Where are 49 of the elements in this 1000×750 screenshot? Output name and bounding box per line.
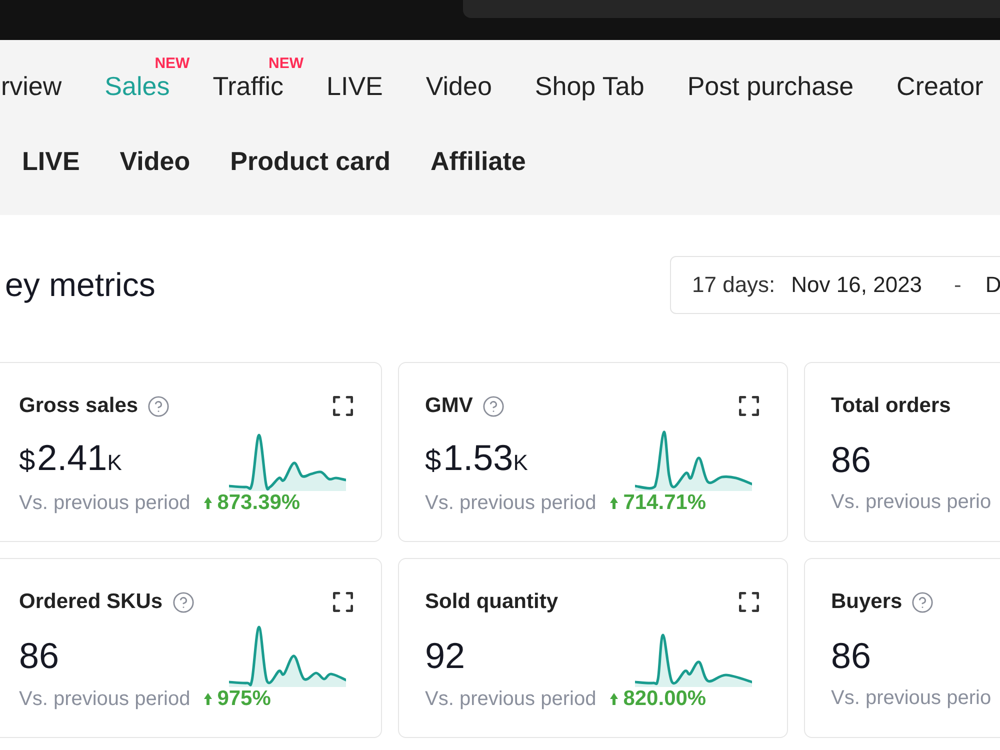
date-range-label: 17 days: [692, 272, 776, 298]
metric-title: Sold quantity [425, 590, 558, 614]
date-range-picker[interactable]: 17 days: Nov 16, 2023 - D [670, 256, 1000, 314]
change-percent: 820.00% [623, 687, 706, 711]
nav-tab[interactable]: Creator [896, 71, 984, 101]
end-date: D [985, 272, 1000, 298]
metric-title: Ordered SKUs [19, 590, 163, 614]
start-date: Nov 16, 2023 [791, 272, 922, 298]
nav-tab[interactable]: Traffic [212, 71, 284, 101]
comparison-label: Vs. previous period [19, 688, 190, 710]
change-percent: 873.39% [217, 491, 300, 515]
expand-icon[interactable] [739, 396, 759, 416]
change-percent: 714.71% [623, 491, 706, 515]
nav-tab[interactable]: Shop Tab [534, 71, 644, 101]
nav-tab[interactable]: Post purchase [687, 71, 854, 101]
expand-icon[interactable] [333, 396, 353, 416]
expand-icon[interactable] [739, 592, 759, 612]
comparison-label: Vs. previous perio [831, 491, 992, 514]
sub-tab[interactable]: Product card [230, 146, 390, 176]
metric-value: 86 [19, 635, 60, 677]
metric-title: Total orders [831, 394, 951, 418]
help-icon[interactable] [147, 394, 170, 418]
help-icon[interactable] [172, 590, 195, 614]
metric-title: GMV [425, 394, 473, 418]
nav-tab[interactable]: rview [1, 71, 62, 101]
sub-tab[interactable]: Affiliate [430, 146, 526, 176]
date-separator: - [954, 272, 962, 298]
section-title: ey metrics [4, 265, 156, 305]
metric-title: Buyers [831, 590, 902, 614]
expand-icon[interactable] [333, 592, 353, 612]
nav-tab[interactable]: Video [426, 71, 492, 101]
help-icon[interactable] [482, 394, 505, 418]
comparison-label: Vs. previous perio [831, 687, 992, 710]
new-label: NEW [154, 56, 190, 72]
metric-value: $1.53K [425, 436, 528, 480]
comparison-label: Vs. previous period [425, 688, 596, 710]
comparison-label: Vs. previous period [425, 492, 596, 514]
new-label: NEW [268, 56, 304, 72]
nav-tab[interactable]: LIVE [326, 71, 383, 101]
metric-value: 86 [831, 439, 872, 481]
change-percent: 975% [217, 687, 271, 711]
sub-tab[interactable]: Video [120, 146, 190, 176]
comparison-label: Vs. previous period [19, 492, 190, 514]
metric-value: $2.41K [19, 436, 122, 480]
metric-value: 86 [831, 635, 872, 677]
metric-value: 92 [425, 635, 466, 677]
metric-title: Gross sales [19, 394, 138, 418]
sub-tab[interactable]: LIVE [22, 146, 80, 176]
help-icon[interactable] [911, 590, 934, 614]
